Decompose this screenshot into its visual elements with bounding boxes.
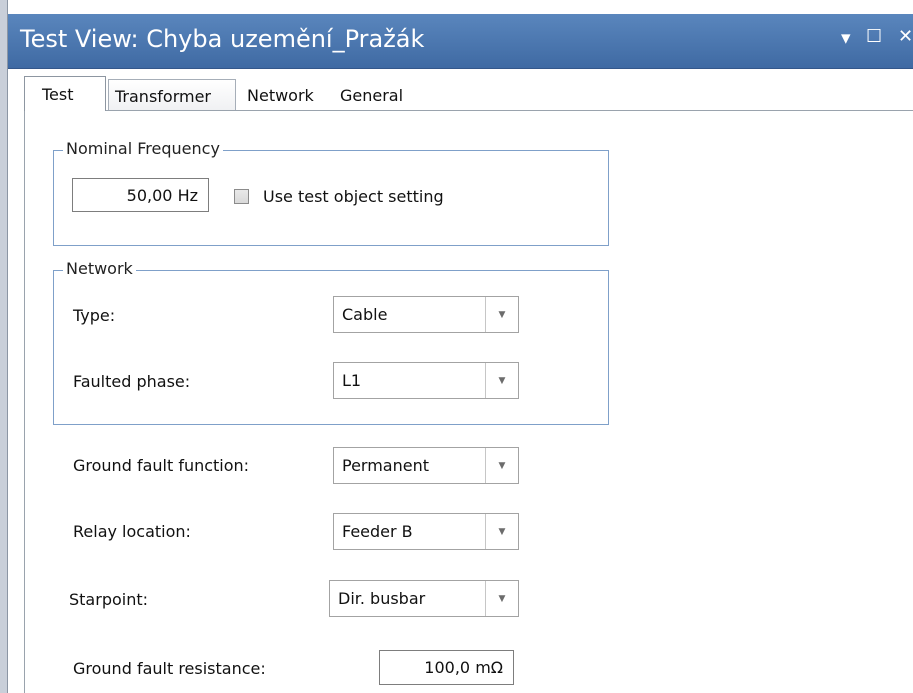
- ground-fault-resistance-label: Ground fault resistance:: [73, 659, 266, 678]
- use-test-object-label: Use test object setting: [263, 187, 444, 206]
- chevron-down-icon[interactable]: ▼: [485, 363, 518, 398]
- tab-network[interactable]: Network: [247, 86, 314, 105]
- nominal-frequency-legend: Nominal Frequency: [63, 139, 223, 158]
- starpoint-select-value: Dir. busbar: [338, 589, 426, 608]
- tab-panel-border: [24, 110, 25, 693]
- ground-fault-function-label: Ground fault function:: [73, 456, 250, 475]
- type-select-value: Cable: [342, 305, 388, 324]
- relay-location-label: Relay location:: [73, 522, 191, 541]
- starpoint-select[interactable]: Dir. busbar ▼: [329, 580, 519, 617]
- restore-window-icon[interactable]: ☐: [866, 26, 882, 47]
- close-window-icon[interactable]: ✕: [898, 26, 913, 47]
- faulted-phase-label: Faulted phase:: [73, 372, 191, 391]
- network-legend: Network: [63, 259, 136, 278]
- window-title: Test View: Chyba uzemění_Pražák: [20, 25, 425, 53]
- nominal-frequency-input[interactable]: 50,00 Hz: [72, 178, 209, 212]
- tab-general[interactable]: General: [340, 86, 403, 105]
- chevron-down-icon[interactable]: ▼: [485, 297, 518, 332]
- tab-test-label: Test: [42, 85, 74, 104]
- faulted-phase-select-value: L1: [342, 371, 362, 390]
- faulted-phase-select[interactable]: L1 ▼: [333, 362, 519, 399]
- type-select[interactable]: Cable ▼: [333, 296, 519, 333]
- tab-transformer-label: Transformer: [115, 87, 212, 106]
- starpoint-label: Starpoint:: [69, 590, 149, 609]
- window-menu-dropdown-icon[interactable]: ▾: [841, 27, 851, 49]
- ground-fault-function-select[interactable]: Permanent ▼: [333, 447, 519, 484]
- relay-location-select-value: Feeder B: [342, 522, 413, 541]
- tab-test[interactable]: Test: [24, 76, 106, 111]
- ground-fault-resistance-input[interactable]: 100,0 mΩ: [379, 650, 514, 685]
- tabstrip-divider: [24, 110, 913, 111]
- chevron-down-icon[interactable]: ▼: [485, 448, 518, 483]
- network-group: [53, 270, 609, 425]
- ground-fault-function-select-value: Permanent: [342, 456, 430, 475]
- type-label: Type:: [73, 306, 116, 325]
- relay-location-select[interactable]: Feeder B ▼: [333, 513, 519, 550]
- chevron-down-icon[interactable]: ▼: [485, 514, 518, 549]
- chevron-down-icon[interactable]: ▼: [485, 581, 518, 616]
- tab-transformer[interactable]: Transformer: [108, 79, 236, 110]
- use-test-object-checkbox[interactable]: [234, 189, 249, 204]
